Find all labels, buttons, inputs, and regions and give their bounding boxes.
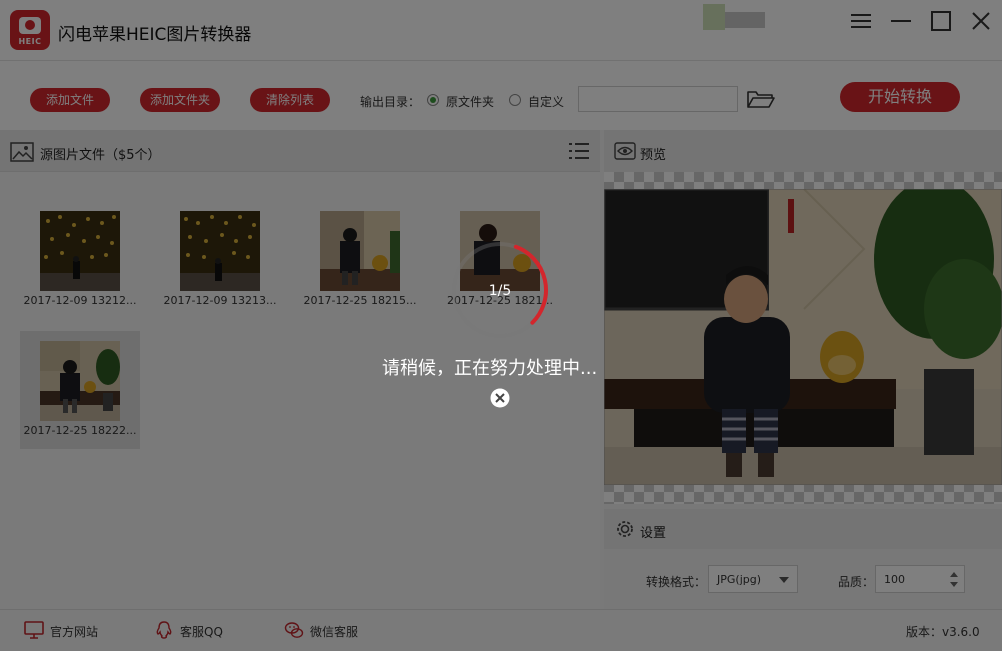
processing-overlay: 1/5 请稍候，正在努力处理中...: [0, 0, 1002, 651]
cancel-icon[interactable]: [490, 388, 510, 408]
progress-text: 1/5: [488, 283, 512, 299]
processing-message: 请稍候，正在努力处理中...: [382, 358, 598, 379]
